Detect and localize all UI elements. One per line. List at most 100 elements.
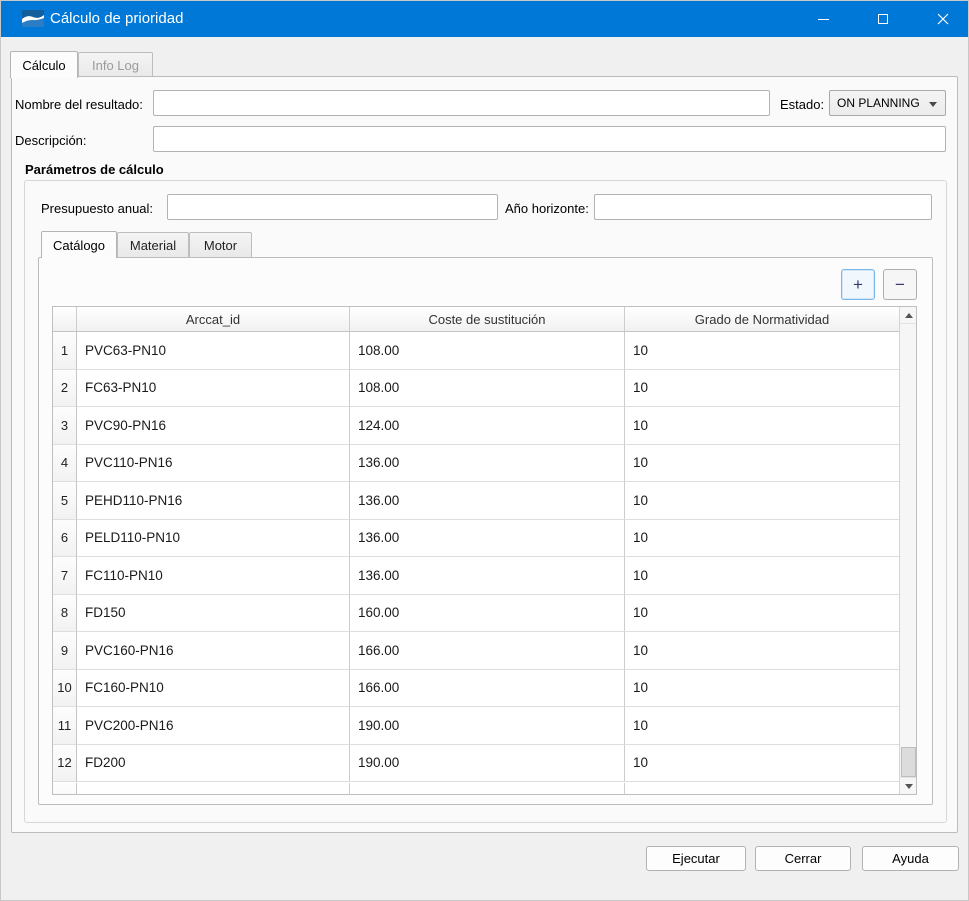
table-row[interactable]: 11 PVC200-PN16 190.00 10 bbox=[53, 707, 916, 745]
row-number-cell[interactable]: 11 bbox=[53, 707, 77, 745]
dialog-window: Cálculo de prioridad Cálculo Info Log No… bbox=[0, 0, 969, 901]
presupuesto-input[interactable] bbox=[167, 194, 498, 220]
column-header-arccat-id[interactable]: Arccat_id bbox=[77, 307, 350, 331]
table-row[interactable]: 1 PVC63-PN10 108.00 10 bbox=[53, 332, 916, 370]
ejecutar-button[interactable]: Ejecutar bbox=[646, 846, 746, 871]
grado-cell[interactable]: 10 bbox=[625, 745, 899, 783]
table-scrollbar[interactable] bbox=[899, 307, 916, 794]
table-row[interactable]: 10 FC160-PN10 166.00 10 bbox=[53, 670, 916, 708]
presupuesto-label: Presupuesto anual: bbox=[41, 201, 153, 216]
tab-info-log[interactable]: Info Log bbox=[78, 52, 153, 77]
maximize-button[interactable] bbox=[860, 1, 906, 37]
coste-cell[interactable]: 190.00 bbox=[350, 745, 625, 783]
scroll-up-icon bbox=[905, 313, 913, 318]
descripcion-input[interactable] bbox=[153, 126, 946, 152]
table-row[interactable]: 9 PVC160-PN16 166.00 10 bbox=[53, 632, 916, 670]
table-row[interactable]: 5 PEHD110-PN16 136.00 10 bbox=[53, 482, 916, 520]
coste-cell[interactable]: 136.00 bbox=[350, 520, 625, 558]
table-row[interactable]: 6 PELD110-PN10 136.00 10 bbox=[53, 520, 916, 558]
arccat-cell[interactable]: FD150 bbox=[77, 595, 350, 633]
table-row[interactable]: 2 FC63-PN10 108.00 10 bbox=[53, 370, 916, 408]
row-number-cell[interactable]: 10 bbox=[53, 670, 77, 708]
subtab-material[interactable]: Material bbox=[117, 232, 189, 257]
nombre-resultado-input[interactable] bbox=[153, 90, 770, 116]
coste-cell[interactable]: 160.00 bbox=[350, 595, 625, 633]
estado-select[interactable]: ON PLANNING bbox=[829, 90, 946, 116]
coste-cell[interactable]: 166.00 bbox=[350, 670, 625, 708]
grado-cell[interactable]: 10 bbox=[625, 482, 899, 520]
minimize-button[interactable] bbox=[800, 1, 846, 37]
table-row[interactable]: 3 PVC90-PN16 124.00 10 bbox=[53, 407, 916, 445]
grado-cell[interactable]: 10 bbox=[625, 445, 899, 483]
remove-row-button[interactable]: − bbox=[883, 269, 917, 300]
arccat-cell[interactable]: FC160-PN10 bbox=[77, 670, 350, 708]
grado-cell[interactable]: 10 bbox=[625, 557, 899, 595]
coste-cell[interactable]: 108.00 bbox=[350, 332, 625, 370]
coste-cell[interactable]: 124.00 bbox=[350, 407, 625, 445]
subtab-catalogo[interactable]: Catálogo bbox=[41, 231, 117, 258]
grado-cell[interactable]: 10 bbox=[625, 595, 899, 633]
tab-calculo[interactable]: Cálculo bbox=[10, 51, 78, 78]
arccat-cell[interactable]: PELD110-PN10 bbox=[77, 520, 350, 558]
row-number-cell[interactable]: 4 bbox=[53, 445, 77, 483]
arccat-cell[interactable]: FD200 bbox=[77, 745, 350, 783]
close-button[interactable] bbox=[920, 1, 966, 37]
arccat-cell[interactable]: PVC200-PN16 bbox=[77, 707, 350, 745]
column-header-grado[interactable]: Grado de Normatividad bbox=[625, 307, 899, 331]
column-header-coste[interactable]: Coste de sustitución bbox=[350, 307, 625, 331]
titlebar[interactable]: Cálculo de prioridad bbox=[1, 1, 969, 37]
grado-cell[interactable]: 10 bbox=[625, 332, 899, 370]
grado-cell[interactable]: 10 bbox=[625, 670, 899, 708]
table-row[interactable]: 7 FC110-PN10 136.00 10 bbox=[53, 557, 916, 595]
minimize-icon bbox=[818, 19, 829, 20]
coste-cell[interactable]: 166.00 bbox=[350, 632, 625, 670]
table-row[interactable]: 8 FD150 160.00 10 bbox=[53, 595, 916, 633]
grado-cell[interactable]: 10 bbox=[625, 370, 899, 408]
row-number-cell[interactable]: 7 bbox=[53, 557, 77, 595]
row-number-cell[interactable]: 9 bbox=[53, 632, 77, 670]
row-number-cell[interactable]: 1 bbox=[53, 332, 77, 370]
grado-cell[interactable]: 10 bbox=[625, 707, 899, 745]
nombre-resultado-label: Nombre del resultado: bbox=[15, 97, 143, 112]
grado-cell[interactable]: 10 bbox=[625, 407, 899, 445]
scroll-down-button[interactable] bbox=[900, 777, 917, 794]
subtab-motor[interactable]: Motor bbox=[189, 232, 252, 257]
row-number-cell[interactable]: 2 bbox=[53, 370, 77, 408]
ayuda-button[interactable]: Ayuda bbox=[862, 846, 959, 871]
cerrar-button[interactable]: Cerrar bbox=[755, 846, 851, 871]
estado-selected-value: ON PLANNING bbox=[837, 96, 920, 110]
grado-cell bbox=[625, 783, 899, 795]
table-row[interactable]: 12 FD200 190.00 10 bbox=[53, 745, 916, 783]
grado-cell[interactable]: 10 bbox=[625, 632, 899, 670]
add-row-button[interactable]: + bbox=[841, 269, 875, 300]
arccat-cell[interactable]: FC110-PN10 bbox=[77, 557, 350, 595]
catalog-table: Arccat_id Coste de sustitución Grado de … bbox=[52, 306, 917, 795]
arccat-cell[interactable]: PVC160-PN16 bbox=[77, 632, 350, 670]
ano-horizonte-label: Año horizonte: bbox=[505, 201, 589, 216]
scrollbar-thumb[interactable] bbox=[901, 747, 916, 777]
row-number-cell bbox=[53, 783, 77, 795]
coste-cell[interactable]: 190.00 bbox=[350, 707, 625, 745]
coste-cell[interactable]: 136.00 bbox=[350, 482, 625, 520]
arccat-cell[interactable]: FC63-PN10 bbox=[77, 370, 350, 408]
chevron-down-icon bbox=[929, 102, 937, 107]
arccat-cell[interactable]: PEHD110-PN16 bbox=[77, 482, 350, 520]
row-number-cell[interactable]: 6 bbox=[53, 520, 77, 558]
arccat-cell[interactable]: PVC110-PN16 bbox=[77, 445, 350, 483]
arccat-cell[interactable]: PVC90-PN16 bbox=[77, 407, 350, 445]
ano-horizonte-input[interactable] bbox=[594, 194, 932, 220]
table-row-partial bbox=[53, 783, 900, 795]
close-icon bbox=[937, 13, 949, 25]
row-number-cell[interactable]: 5 bbox=[53, 482, 77, 520]
table-row[interactable]: 4 PVC110-PN16 136.00 10 bbox=[53, 445, 916, 483]
row-number-cell[interactable]: 3 bbox=[53, 407, 77, 445]
arccat-cell[interactable]: PVC63-PN10 bbox=[77, 332, 350, 370]
coste-cell[interactable]: 136.00 bbox=[350, 557, 625, 595]
corner-header-cell[interactable] bbox=[53, 307, 77, 331]
grado-cell[interactable]: 10 bbox=[625, 520, 899, 558]
coste-cell[interactable]: 136.00 bbox=[350, 445, 625, 483]
coste-cell[interactable]: 108.00 bbox=[350, 370, 625, 408]
scroll-up-button[interactable] bbox=[900, 307, 917, 324]
row-number-cell[interactable]: 12 bbox=[53, 745, 77, 783]
row-number-cell[interactable]: 8 bbox=[53, 595, 77, 633]
